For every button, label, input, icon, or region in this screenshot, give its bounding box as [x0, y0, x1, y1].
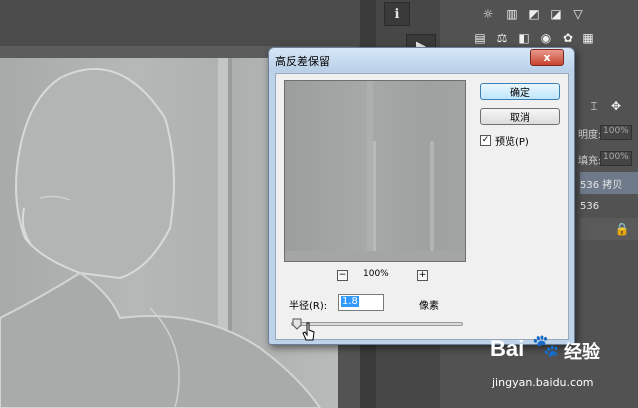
- hue-icon[interactable]: ▤: [472, 30, 488, 46]
- dialog-body: − 100% + 确定 取消 ✓ 预览(P) 半径(R): 1.8 像素: [275, 73, 569, 340]
- preview-label: 预览(P): [495, 137, 529, 148]
- layer-name: 536 拷贝: [580, 179, 623, 191]
- zoom-out-button[interactable]: −: [337, 270, 348, 281]
- zoom-level: 100%: [363, 269, 389, 279]
- zoom-in-button[interactable]: +: [417, 270, 428, 281]
- mixer-icon[interactable]: ✿: [560, 30, 576, 46]
- photo-filter-icon[interactable]: ◉: [538, 30, 554, 46]
- opacity-field[interactable]: 100%: [600, 125, 632, 140]
- fill-label: 填充:: [578, 156, 602, 167]
- watermark-url: jingyan.baidu.com: [492, 376, 594, 389]
- layer-row-locked[interactable]: 🔒: [580, 218, 638, 240]
- radius-slider-thumb[interactable]: [292, 318, 302, 330]
- lock-icon: 🔒: [614, 222, 630, 236]
- fill-field[interactable]: 100%: [600, 151, 632, 166]
- lock-pixels-icon[interactable]: ⌶: [586, 98, 602, 114]
- layer-row-copy[interactable]: 536 拷贝: [580, 172, 638, 194]
- preview-image[interactable]: [284, 80, 466, 262]
- preview-checkbox[interactable]: ✓: [480, 135, 491, 146]
- baidu-watermark: Bai 🐾 经验 jingyan.baidu.com: [480, 332, 630, 402]
- preview-content: [285, 81, 465, 261]
- bw-icon[interactable]: ◧: [516, 30, 532, 46]
- radius-value: 1.8: [341, 296, 359, 307]
- layer-name: 536: [580, 200, 600, 212]
- levels-icon[interactable]: ▥: [504, 6, 520, 22]
- ok-button[interactable]: 确定: [480, 83, 560, 100]
- mouse-pointer-icon: [302, 322, 315, 341]
- dialog-titlebar[interactable]: 高反差保留 x: [269, 48, 574, 72]
- curves-icon[interactable]: ◩: [526, 6, 542, 22]
- balance-icon[interactable]: ⚖: [494, 30, 510, 46]
- lock-position-icon[interactable]: ✥: [608, 98, 624, 114]
- close-icon: x: [543, 51, 551, 64]
- opacity-label: 明度:: [578, 130, 602, 141]
- high-pass-dialog: 高反差保留 x − 100% + 确定 取消 ✓ 预览(P) 半径(R): 1.…: [268, 47, 575, 345]
- grid-icon[interactable]: ▦: [580, 30, 596, 46]
- close-button[interactable]: x: [530, 49, 564, 66]
- info-icon[interactable]: ℹ: [384, 2, 410, 26]
- paw-icon: 🐾: [532, 334, 560, 359]
- vibrance-icon[interactable]: ▽: [570, 6, 586, 22]
- dialog-title: 高反差保留: [275, 55, 330, 68]
- radius-slider-track[interactable]: [291, 322, 463, 326]
- exposure-icon[interactable]: ◪: [548, 6, 564, 22]
- radius-unit-label: 像素: [419, 301, 439, 312]
- layer-row[interactable]: 536: [580, 195, 638, 217]
- watermark-suffix: 经验: [564, 342, 600, 363]
- cancel-button[interactable]: 取消: [480, 108, 560, 125]
- radius-input[interactable]: 1.8: [338, 294, 384, 311]
- radius-label: 半径(R):: [289, 301, 328, 312]
- watermark-brand: Bai: [490, 336, 525, 361]
- brightness-icon[interactable]: ☼: [480, 6, 496, 22]
